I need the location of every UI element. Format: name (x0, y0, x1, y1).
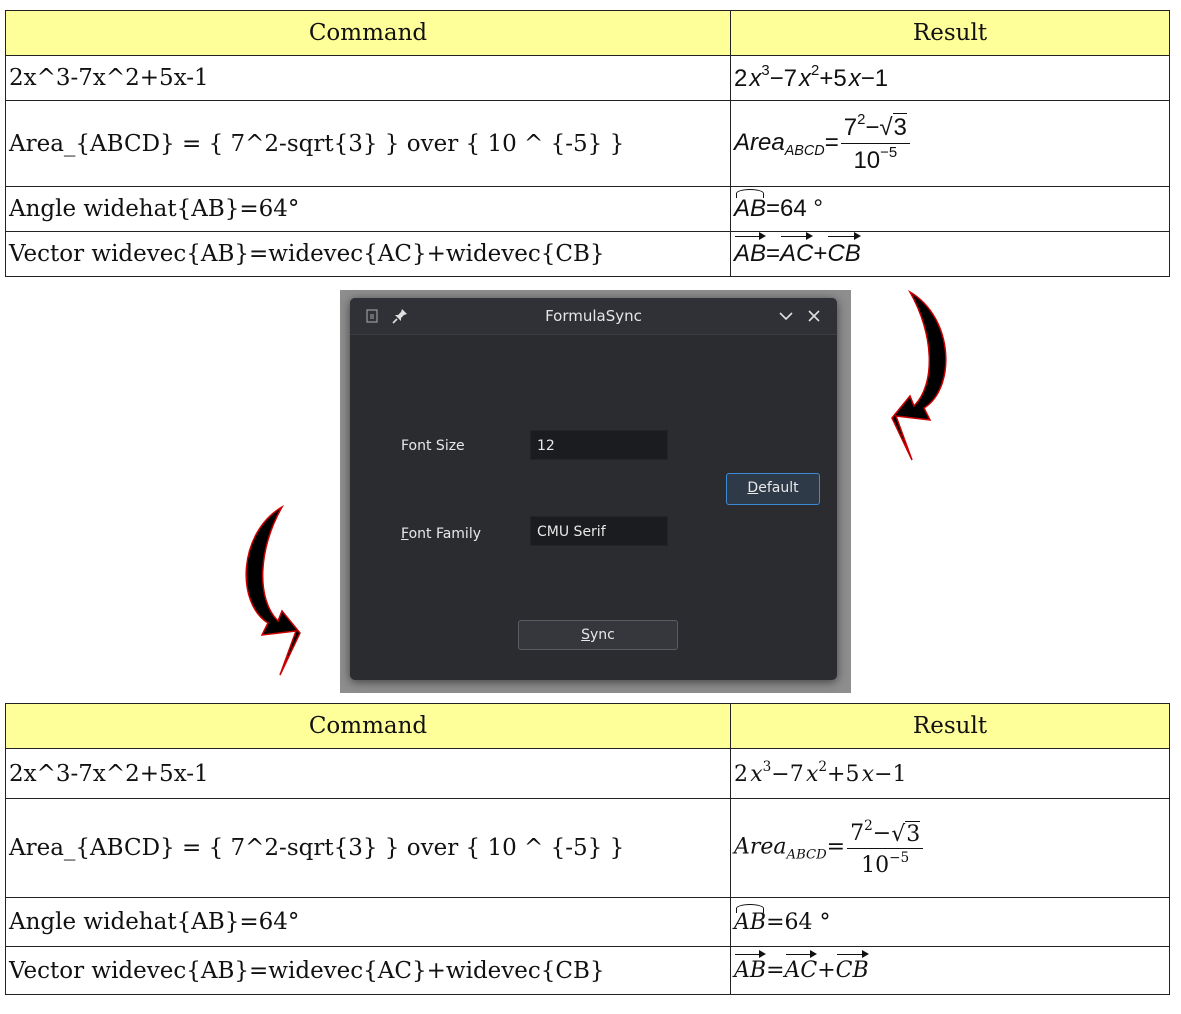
command-cell: 2x^3-7x^2+5x-1 (5, 748, 731, 799)
result-cell: AreaABCD= 72−√3 10−5 (730, 798, 1170, 898)
minimize-chevron-icon[interactable] (778, 308, 794, 324)
header-result: Result (730, 10, 1170, 56)
header-command: Command (5, 703, 731, 749)
result-cell: 2 x3−7 x2+5 x−1 (730, 55, 1170, 101)
font-size-label: Font Size (401, 438, 465, 454)
default-button[interactable]: Default (726, 473, 820, 505)
sync-button[interactable]: Sync (518, 620, 678, 650)
command-cell: Angle widehat{AB}=64° (5, 897, 731, 947)
command-cell: Vector widevec{AB}=widevec{AC}+widevec{C… (5, 231, 731, 277)
window-title: FormulaSync (545, 307, 642, 325)
result-cell: AB=64 ° (730, 897, 1170, 947)
command-cell: 2x^3-7x^2+5x-1 (5, 55, 731, 101)
result-cell: AreaABCD= 72−√3 10−5 (730, 100, 1170, 187)
result-cell: AB=AC+CB (730, 231, 1170, 277)
formulasync-window: FormulaSync Font Size 12 Default Font Fa… (350, 298, 837, 680)
result-cell: 2 x3−7 x2+5 x−1 (730, 748, 1170, 799)
close-icon[interactable] (806, 308, 822, 324)
command-cell: Vector widevec{AB}=widevec{AC}+widevec{C… (5, 946, 731, 995)
header-result: Result (730, 703, 1170, 749)
command-cell: Area_{ABCD} = { 7^2-sqrt{3} } over { 10 … (5, 798, 731, 898)
result-cell: AB=64 ° (730, 186, 1170, 232)
curved-arrow-down-right-icon (891, 289, 947, 461)
result-cell: AB=AC+CB (730, 946, 1170, 995)
command-cell: Area_{ABCD} = { 7^2-sqrt{3} } over { 10 … (5, 100, 731, 187)
curved-arrow-down-left-icon (245, 504, 301, 676)
header-command: Command (5, 10, 731, 56)
formula-table-before: Command Result 2x^3-7x^2+5x-1 2 x3−7 x2+… (5, 10, 1170, 277)
dialog-screenshot: FormulaSync Font Size 12 Default Font Fa… (340, 290, 851, 693)
font-family-input[interactable]: CMU Serif (530, 516, 668, 546)
font-family-label: Font Family (401, 526, 481, 542)
title-bar[interactable]: FormulaSync (350, 298, 837, 335)
font-size-input[interactable]: 12 (530, 430, 668, 460)
formula-table-after: Command Result 2x^3-7x^2+5x-1 2 x3−7 x2+… (5, 703, 1170, 995)
command-cell: Angle widehat{AB}=64° (5, 186, 731, 232)
